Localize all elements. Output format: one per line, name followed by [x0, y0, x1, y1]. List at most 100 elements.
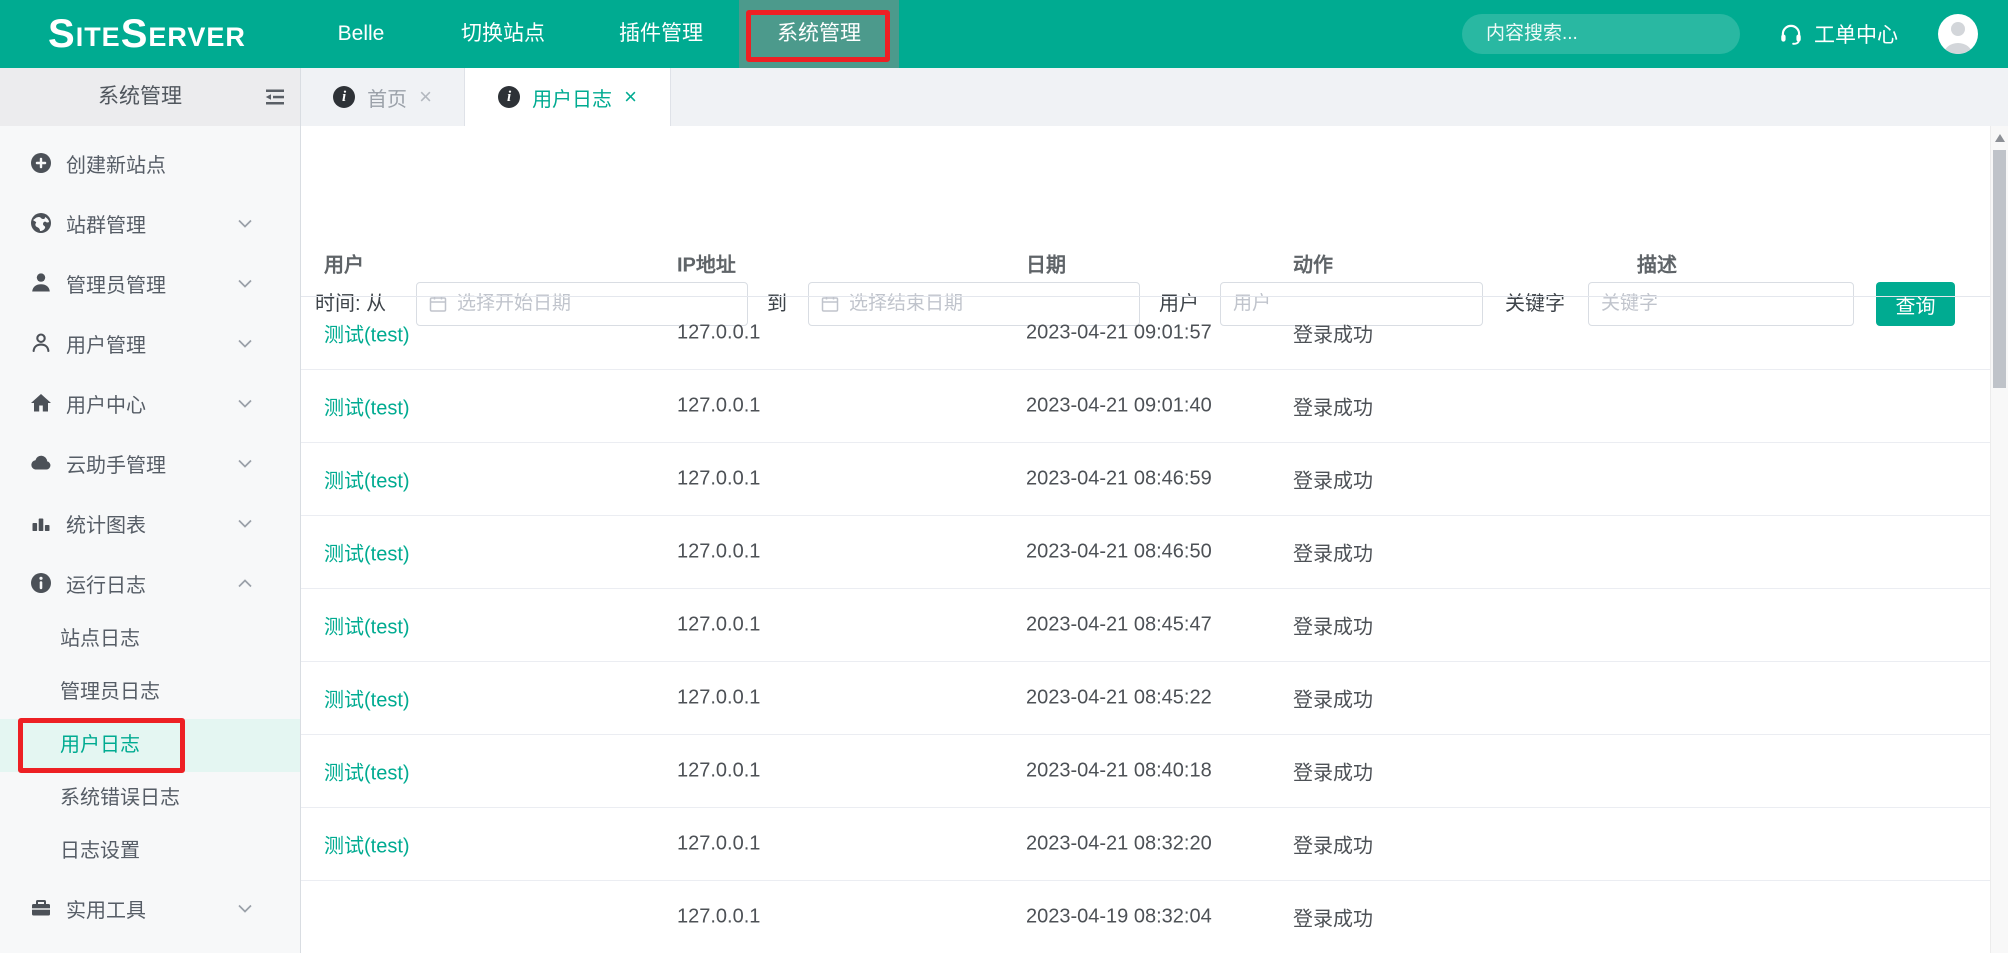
- sidebar-item-label: 统计图表: [66, 514, 146, 537]
- action-cell: 登录成功: [1293, 470, 1373, 493]
- avatar[interactable]: [1938, 14, 1978, 54]
- nav-item-system-admin[interactable]: 系统管理: [739, 0, 899, 68]
- user-link[interactable]: 测试(test): [324, 611, 410, 640]
- date-cell: 2023-04-21 08:46:50: [1026, 540, 1212, 563]
- globe-icon: [29, 211, 53, 235]
- ip-cell: 127.0.0.1: [677, 540, 761, 563]
- col-header-desc: 描述: [1637, 254, 1677, 277]
- sidebar-item-label: 管理员管理: [66, 274, 166, 297]
- chevron-down-icon: [238, 904, 252, 913]
- tab-label: 用户日志: [532, 88, 613, 111]
- nav-item-plugin-admin[interactable]: 插件管理: [613, 0, 709, 68]
- table-row: 测试(test) 127.0.0.1 2023-04-21 08:45:22 登…: [301, 662, 1990, 735]
- chart-icon: [29, 511, 53, 535]
- sidebar-item-label: 用户管理: [66, 334, 146, 357]
- close-icon[interactable]: ×: [624, 86, 637, 108]
- logo[interactable]: S ITE S ERVER: [48, 0, 246, 68]
- sidebar-title: 系统管理: [98, 85, 182, 108]
- sidebar-item-statistics[interactable]: 统计图表: [0, 493, 300, 553]
- info-circle-icon: [29, 571, 53, 595]
- chevron-down-icon: [238, 459, 252, 468]
- chevron-down-icon: [238, 399, 252, 408]
- subitem-label: 用户日志: [60, 734, 140, 756]
- chevron-down-icon: [238, 279, 252, 288]
- table-row: 测试(test) 127.0.0.1 2023-04-21 09:01:57 登…: [301, 297, 1990, 370]
- sidebar-subitem-error-log[interactable]: 系统错误日志: [0, 772, 300, 825]
- nav-item-belle[interactable]: Belle: [325, 0, 397, 68]
- sidebar-item-user-management[interactable]: 用户管理: [0, 313, 300, 373]
- sidebar-subitem-site-log[interactable]: 站点日志: [0, 613, 300, 666]
- tab-label: 首页: [367, 88, 408, 111]
- action-cell: 登录成功: [1293, 543, 1373, 566]
- action-cell: 登录成功: [1293, 689, 1373, 712]
- cloud-icon: [29, 451, 53, 475]
- date-cell: 2023-04-21 08:45:47: [1026, 613, 1212, 636]
- tab-user-log[interactable]: i 用户日志 ×: [465, 68, 671, 126]
- scrollbar-thumb[interactable]: [1993, 150, 2006, 388]
- subitem-label: 管理员日志: [60, 681, 160, 703]
- plus-circle-icon: [29, 151, 53, 175]
- subitem-label: 系统错误日志: [60, 787, 180, 809]
- chevron-down-icon: [238, 219, 252, 228]
- user-link[interactable]: 测试(test): [324, 538, 410, 567]
- user-link[interactable]: 测试(test): [324, 757, 410, 786]
- main-content: 时间: 从 到 用户 关键字 查: [301, 126, 1990, 953]
- sidebar-header: 系统管理: [0, 68, 300, 126]
- close-icon[interactable]: ×: [419, 86, 432, 108]
- logo-text: S: [48, 12, 76, 56]
- siteserver-admin-screen: SITESERVER Belle 切换站点 插件管理 系统管理 工单中心: [0, 0, 2008, 953]
- sidebar-collapse-icon[interactable]: [263, 85, 287, 109]
- sidebar-item-label: 运行日志: [66, 574, 146, 597]
- ticket-center-link[interactable]: 工单中心: [1778, 0, 1898, 68]
- tab-home[interactable]: i 首页 ×: [301, 68, 465, 126]
- sidebar-item-cloud-assistant[interactable]: 云助手管理: [0, 433, 300, 493]
- date-cell: 2023-04-21 08:46:59: [1026, 467, 1212, 490]
- sidebar-subitem-user-log[interactable]: 用户日志: [0, 718, 300, 773]
- date-cell: 2023-04-21 09:01:40: [1026, 394, 1212, 417]
- vertical-scrollbar[interactable]: [1990, 126, 2008, 953]
- user-log-table: 用户 IP地址 日期 动作 描述 测试(test) 127.0.0.1 2023…: [301, 230, 1990, 953]
- table-row: 测试(test) 127.0.0.1 2023-04-21 08:45:47 登…: [301, 589, 1990, 662]
- sidebar-item-site-group[interactable]: 站群管理: [0, 193, 300, 253]
- home-icon: [29, 391, 53, 415]
- col-header-date: 日期: [1026, 254, 1066, 277]
- sidebar-item-label: 云助手管理: [66, 454, 166, 477]
- subitem-label: 站点日志: [60, 628, 140, 650]
- user-icon: [29, 331, 53, 355]
- user-link[interactable]: 测试(test): [324, 465, 410, 494]
- sidebar-item-admin-management[interactable]: 管理员管理: [0, 253, 300, 313]
- ip-cell: 127.0.0.1: [677, 613, 761, 636]
- user-link[interactable]: 测试(test): [324, 392, 410, 421]
- user-link[interactable]: 测试(test): [324, 830, 410, 859]
- sidebar-item-create-site[interactable]: 创建新站点: [0, 133, 300, 193]
- user-link[interactable]: 测试(test): [324, 684, 410, 713]
- user-link[interactable]: 测试(test): [324, 319, 410, 348]
- ip-cell: 127.0.0.1: [677, 467, 761, 490]
- sidebar-item-utilities[interactable]: 实用工具: [0, 878, 300, 938]
- admin-icon: [29, 271, 53, 295]
- sidebar-menu: 创建新站点 站群管理 管理员管理 用户管理 用户中心 云助手管理 统计图表 运行…: [0, 126, 300, 938]
- chevron-down-icon: [238, 339, 252, 348]
- search-input[interactable]: [1486, 23, 1731, 45]
- ip-cell: 127.0.0.1: [677, 321, 761, 344]
- ip-cell: 127.0.0.1: [677, 759, 761, 782]
- ip-cell: 127.0.0.1: [677, 686, 761, 709]
- date-cell: 2023-04-21 08:32:20: [1026, 832, 1212, 855]
- sidebar-subitem-admin-log[interactable]: 管理员日志: [0, 666, 300, 719]
- date-cell: 2023-04-21 08:40:18: [1026, 759, 1212, 782]
- scroll-up-arrow-icon[interactable]: [1995, 134, 2005, 142]
- info-icon: i: [498, 86, 521, 108]
- date-cell: 2023-04-21 09:01:57: [1026, 321, 1212, 344]
- date-cell: 2023-04-19 08:32:04: [1026, 905, 1212, 928]
- col-header-ip: IP地址: [677, 254, 736, 277]
- col-header-user: 用户: [324, 254, 364, 277]
- ticket-center-label: 工单中心: [1814, 24, 1898, 47]
- sidebar-item-run-logs[interactable]: 运行日志: [0, 553, 300, 613]
- sidebar-subitem-log-settings[interactable]: 日志设置: [0, 825, 300, 878]
- nav-item-switch-site[interactable]: 切换站点: [455, 0, 551, 68]
- briefcase-icon: [29, 896, 53, 920]
- info-icon: i: [333, 86, 356, 108]
- subitem-label: 日志设置: [60, 840, 140, 862]
- sidebar-item-user-center[interactable]: 用户中心: [0, 373, 300, 433]
- table-row: 测试(test) 127.0.0.1 2023-04-21 09:01:40 登…: [301, 370, 1990, 443]
